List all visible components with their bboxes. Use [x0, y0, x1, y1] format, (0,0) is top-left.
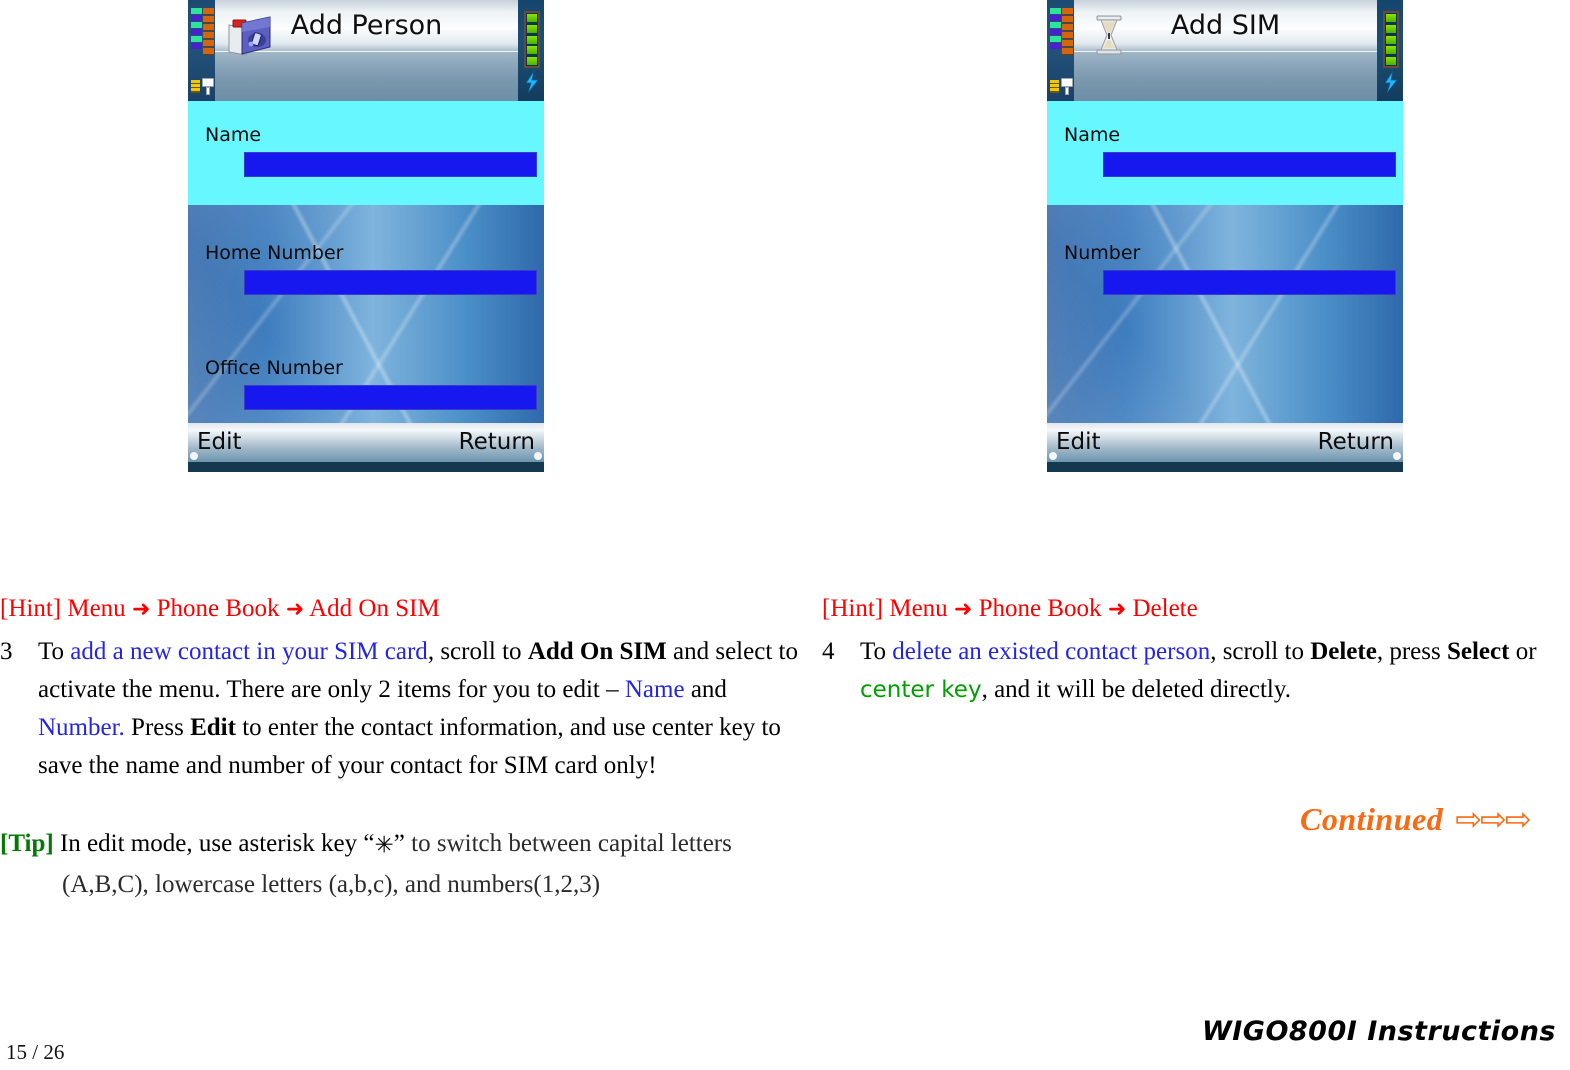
highlight-blue: Number.	[38, 714, 125, 741]
screen-content: Name Number	[1047, 101, 1403, 423]
memory-level-icon	[1062, 8, 1073, 55]
softkey-dot-right	[1393, 452, 1401, 460]
text-run: , scroll to	[427, 638, 528, 665]
hint-prefix: [Hint] Menu	[822, 595, 948, 622]
hint-line-left: [Hint] Menu ➜ Phone Book ➜ Add On SIM	[0, 592, 800, 627]
item-number: 3	[0, 638, 13, 665]
field-input-office-number[interactable]	[244, 385, 537, 410]
item-number: 4	[822, 638, 835, 665]
tip-line-2: (A,B,C), lowercase letters (a,b,c), and …	[62, 871, 601, 899]
hint-step-1: Phone Book	[156, 595, 280, 622]
text-run: or	[1509, 638, 1537, 665]
emphasis-bold: Delete	[1310, 638, 1377, 665]
emphasis-bold: Select	[1446, 638, 1510, 665]
right-text-column: [Hint] Menu ➜ Phone Book ➜ Delete 4 To d…	[822, 592, 1562, 709]
text-run: To	[860, 638, 893, 665]
item-body: To delete an existed contact person, scr…	[860, 633, 1562, 709]
arrow-icon: ➜	[285, 597, 305, 622]
status-title-bar: Add Person	[188, 0, 544, 101]
status-bar-left	[188, 0, 215, 101]
phone-screenshot-add-sim: Add SIM Name Number Edit Return	[1047, 0, 1403, 472]
alarm-plug-icon	[1061, 78, 1073, 95]
screen-title: Add SIM	[1170, 10, 1281, 41]
continued-arrows-icon: ⇨⇨⇨	[1455, 801, 1531, 837]
text-run: , press	[1376, 638, 1447, 665]
left-text-column: [Hint] Menu ➜ Phone Book ➜ Add On SIM 3 …	[0, 592, 800, 785]
field-group-numbers: Home Number Office Number	[188, 205, 544, 423]
softkey-return[interactable]: Return	[459, 428, 535, 456]
softkey-dot-right	[534, 452, 542, 460]
instruction-item-4: 4 To delete an existed contact person, s…	[822, 633, 1562, 709]
field-input-number[interactable]	[1103, 270, 1396, 295]
highlight-blue: delete an existed contact person	[892, 638, 1211, 665]
hint-step-2: Delete	[1132, 595, 1198, 622]
battery-icon	[1383, 11, 1399, 68]
screen-content: Name Home Number Office Number	[188, 101, 544, 423]
softkey-return[interactable]: Return	[1318, 428, 1394, 456]
arrow-icon: ➜	[1107, 597, 1127, 622]
continued-label: Continued	[1300, 801, 1444, 837]
hint-line-right: [Hint] Menu ➜ Phone Book ➜ Delete	[822, 592, 1562, 627]
field-label-name: Name	[1064, 124, 1121, 146]
charging-bolt-icon	[525, 71, 539, 93]
text-run: , and it will be deleted directly.	[981, 676, 1291, 703]
field-row-name[interactable]: Name	[188, 101, 544, 205]
field-input-name[interactable]	[244, 152, 537, 177]
signal-strength-icon	[1050, 8, 1061, 49]
hint-step-1: Phone Book	[978, 595, 1102, 622]
text-run: Press	[124, 714, 191, 741]
document-brand: WIGO800I Instructions	[1201, 1016, 1556, 1047]
quote-close: ”	[393, 830, 405, 857]
softkey-edit[interactable]: Edit	[1056, 428, 1101, 456]
quote-open: “	[363, 830, 375, 857]
highlight-blue: add a new contact in your SIM card	[70, 638, 428, 665]
item-body: To add a new contact in your SIM card, s…	[38, 633, 800, 785]
softkey-bar: Edit Return	[188, 423, 544, 472]
field-label-home-number: Home Number	[205, 242, 344, 264]
charging-bolt-icon	[1384, 71, 1398, 93]
arrow-icon: ➜	[131, 597, 151, 622]
page-number: 15 / 26	[6, 1040, 65, 1064]
highlight-blue: Name	[624, 676, 685, 703]
emphasis-bold: Edit	[190, 714, 236, 741]
text-run: In edit mode, use asterisk key	[53, 830, 364, 857]
highlight-green: center key	[860, 677, 982, 703]
memory-level-icon	[203, 8, 214, 55]
signal-strength-icon	[191, 8, 202, 49]
tip-line-1: [Tip] In edit mode, use asterisk key “✳”…	[0, 824, 820, 865]
screen-title: Add Person	[290, 10, 443, 41]
emphasis-bold: Add On SIM	[527, 638, 667, 665]
instruction-item-3: 3 To add a new contact in your SIM card,…	[0, 633, 800, 785]
alarm-plug-icon	[202, 78, 214, 95]
field-row-name[interactable]: Name	[1047, 101, 1403, 205]
text-run: To	[38, 638, 71, 665]
softkey-edit[interactable]: Edit	[197, 428, 242, 456]
field-label-number: Number	[1064, 242, 1141, 264]
hint-step-2: Add On SIM	[309, 595, 440, 622]
text-run: to switch between capital letters	[404, 830, 732, 857]
softkey-dot-left	[190, 452, 198, 460]
field-label-name: Name	[205, 124, 262, 146]
softkey-dot-left	[1049, 452, 1057, 460]
field-input-home-number[interactable]	[244, 270, 537, 295]
sim-card-icon	[1050, 80, 1059, 93]
field-input-name[interactable]	[1103, 152, 1396, 177]
field-group-number: Number	[1047, 205, 1403, 423]
battery-icon	[524, 11, 540, 68]
asterisk-key-icon: ✳	[374, 832, 394, 859]
hint-prefix: [Hint] Menu	[0, 595, 126, 622]
continued-marker: Continued ⇨⇨⇨	[1300, 800, 1532, 838]
text-run: and	[684, 676, 727, 703]
status-title-bar: Add SIM	[1047, 0, 1403, 101]
phone-screenshot-add-person: Add Person Name Home Number Office Numbe…	[188, 0, 544, 472]
field-label-office-number: Office Number	[205, 357, 343, 379]
text-run: , scroll to	[1210, 638, 1311, 665]
tip-marker: [Tip]	[0, 830, 54, 857]
arrow-icon: ➜	[953, 597, 973, 622]
softkey-bar: Edit Return	[1047, 423, 1403, 472]
tip-block: [Tip] In edit mode, use asterisk key “✳”…	[0, 824, 820, 905]
sim-card-icon	[191, 80, 200, 93]
status-bar-left	[1047, 0, 1074, 101]
